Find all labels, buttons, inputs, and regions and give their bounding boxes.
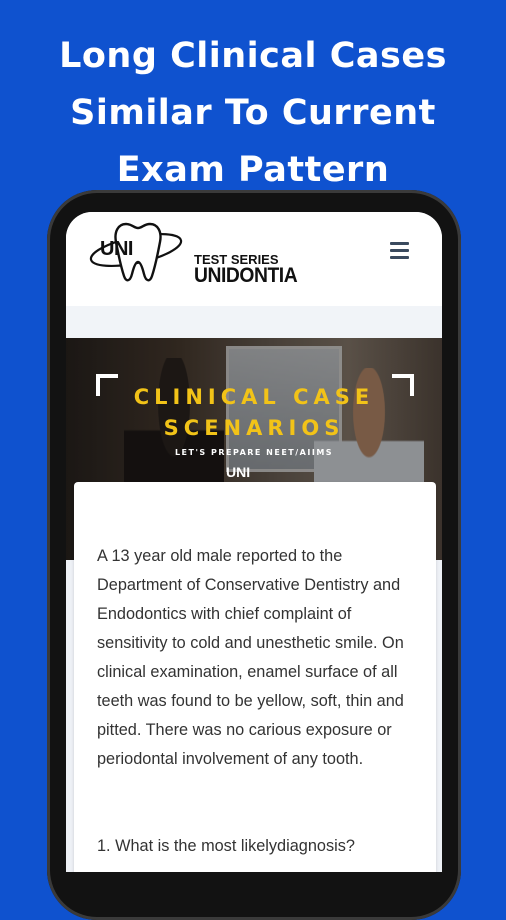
banner-logo: UNI <box>226 464 251 480</box>
logo-name: UNIDONTIA <box>194 264 298 287</box>
unidontia-logo[interactable]: UNI TEST SERIES UNIDONTIA <box>88 218 298 294</box>
logo-mark: UNI <box>100 238 133 260</box>
headline-line-1: Long Clinical Cases <box>59 36 447 76</box>
phone-screen: UNI TEST SERIES UNIDONTIA CLINICAL CASE … <box>66 212 442 872</box>
case-question[interactable]: 1. What is the most likelydiagnosis? <box>97 832 417 861</box>
banner-title-line-1: CLINICAL CASE <box>133 385 375 409</box>
headline-line-2: Similar To Current <box>70 93 436 133</box>
header-divider-strip <box>66 306 442 338</box>
app-header: UNI TEST SERIES UNIDONTIA <box>66 212 442 306</box>
case-description: A 13 year old male reported to the Depar… <box>97 547 404 768</box>
banner-title-line-2: SCENARIOS <box>163 416 345 440</box>
case-card: A 13 year old male reported to the Depar… <box>74 482 436 872</box>
promo-headline: Long Clinical Cases Similar To Current E… <box>0 28 506 199</box>
hamburger-menu-icon[interactable] <box>388 242 412 264</box>
banner-subtitle: LET'S PREPARE NEET/AIIMS <box>174 448 334 457</box>
